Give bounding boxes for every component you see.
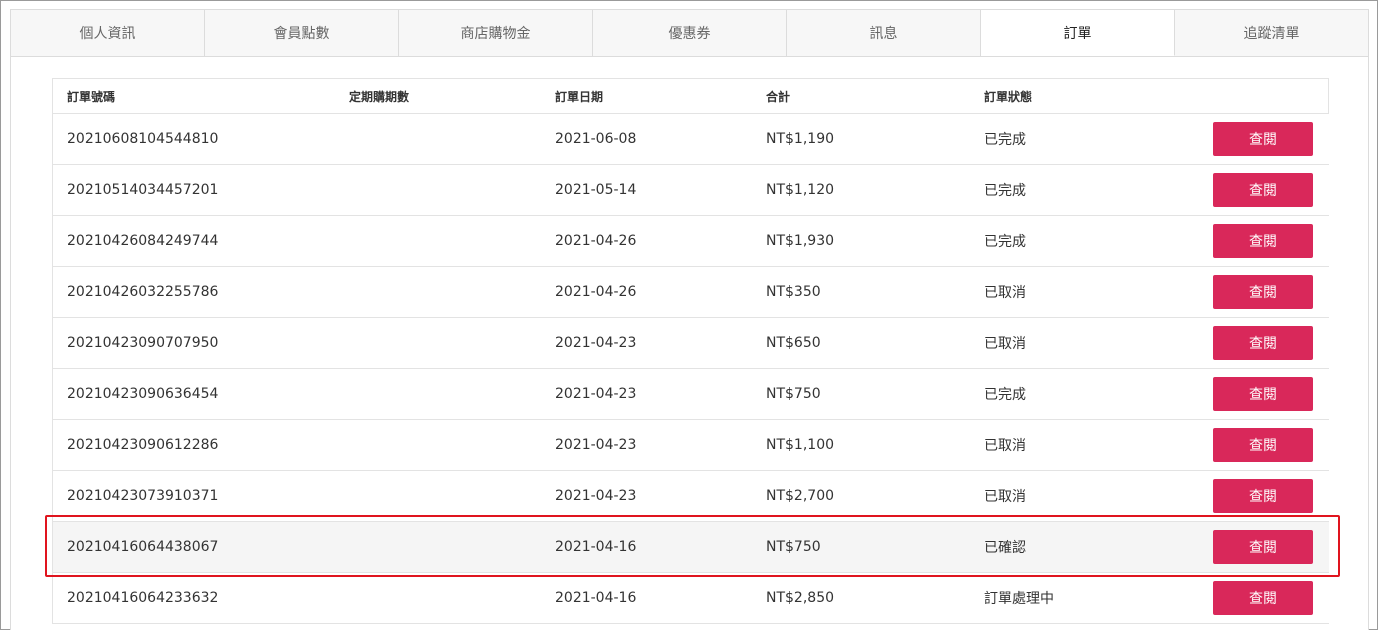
tab-orders[interactable]: 訂單 [981,10,1175,56]
order-status: 已完成 [984,234,1026,250]
table-row: 20210514034457201 2021-05-14 NT$1,120 已完… [53,165,1329,216]
order-total: NT$350 [766,284,821,300]
table-row: 20210423073910371 2021-04-23 NT$2,700 已取… [53,471,1329,522]
action-cell: 查閱 [1197,114,1329,164]
tab-personal-info[interactable]: 個人資訊 [11,10,205,56]
tab-member-points[interactable]: 會員點數 [205,10,399,56]
order-total: NT$1,120 [766,182,835,198]
order-status: 已取消 [984,489,1026,505]
header-date: 訂單日期 [555,89,604,104]
view-order-button[interactable]: 查閱 [1213,122,1313,156]
order-number: 20210416064438067 [67,539,219,555]
header-status: 訂單狀態 [984,89,1033,104]
view-order-button[interactable]: 查閱 [1213,581,1313,615]
order-total: NT$750 [766,386,821,402]
view-order-button[interactable]: 查閱 [1213,377,1313,411]
tab-coupons[interactable]: 優惠券 [593,10,787,56]
order-date: 2021-04-16 [555,590,637,606]
table-row: 20210423090612286 2021-04-23 NT$1,100 已取… [53,420,1329,471]
order-number: 20210426032255786 [67,284,219,300]
order-total: NT$750 [766,539,821,555]
table-row-highlighted: 20210416064438067 2021-04-16 NT$750 已確認 … [53,522,1329,573]
order-number: 20210423090707950 [67,335,219,351]
table-row: 20210608104544810 2021-06-08 NT$1,190 已完… [53,114,1329,165]
order-status: 已完成 [984,183,1026,199]
order-date: 2021-04-23 [555,488,637,504]
order-date: 2021-04-23 [555,335,637,351]
header-total: 合計 [766,89,791,104]
tab-wishlist[interactable]: 追蹤清單 [1175,10,1368,56]
order-date: 2021-04-26 [555,233,637,249]
order-date: 2021-06-08 [555,131,637,147]
order-number: 20210416064233632 [67,590,219,606]
order-status: 已確認 [984,540,1026,556]
order-date: 2021-05-14 [555,182,637,198]
order-status: 已取消 [984,285,1026,301]
order-number: 20210423090612286 [67,437,219,453]
order-total: NT$2,850 [766,590,835,606]
order-status: 已取消 [984,438,1026,454]
order-number: 20210514034457201 [67,182,219,198]
order-number: 20210423090636454 [67,386,219,402]
view-order-button[interactable]: 查閱 [1213,224,1313,258]
order-total: NT$650 [766,335,821,351]
action-cell: 查閱 [1197,369,1329,419]
order-status: 已完成 [984,387,1026,403]
table-row: 20210423090636454 2021-04-23 NT$750 已完成 … [53,369,1329,420]
view-order-button[interactable]: 查閱 [1213,326,1313,360]
table-header: 訂單號碼 定期購期數 訂單日期 合計 訂單狀態 [53,79,1328,114]
order-total: NT$1,190 [766,131,835,147]
action-cell: 查閱 [1197,267,1329,317]
action-cell: 查閱 [1197,318,1329,368]
tab-messages[interactable]: 訊息 [787,10,981,56]
order-date: 2021-04-26 [555,284,637,300]
order-date: 2021-04-23 [555,437,637,453]
action-cell: 查閱 [1197,471,1329,521]
tab-store-credit[interactable]: 商店購物金 [399,10,593,56]
action-cell: 查閱 [1197,216,1329,266]
view-order-button[interactable]: 查閱 [1213,173,1313,207]
order-number: 20210423073910371 [67,488,219,504]
order-status: 訂單處理中 [984,591,1054,607]
table-row: 20210426032255786 2021-04-26 NT$350 已取消 … [53,267,1329,318]
order-number: 20210608104544810 [67,131,219,147]
table-row: 20210423090707950 2021-04-23 NT$650 已取消 … [53,318,1329,369]
action-cell: 查閱 [1197,165,1329,215]
account-tabs: 個人資訊 會員點數 商店購物金 優惠券 訊息 訂單 追蹤清單 [10,9,1369,57]
table-row: 20210416064233632 2021-04-16 NT$2,850 訂單… [53,573,1329,624]
order-status: 已取消 [984,336,1026,352]
view-order-button[interactable]: 查閱 [1213,530,1313,564]
order-date: 2021-04-16 [555,539,637,555]
order-date: 2021-04-23 [555,386,637,402]
table-row: 20210426084249744 2021-04-26 NT$1,930 已完… [53,216,1329,267]
view-order-button[interactable]: 查閱 [1213,428,1313,462]
order-total: NT$1,930 [766,233,835,249]
order-total: NT$2,700 [766,488,835,504]
action-cell: 查閱 [1197,522,1329,572]
order-number: 20210426084249744 [67,233,219,249]
view-order-button[interactable]: 查閱 [1213,479,1313,513]
header-order-no: 訂單號碼 [67,89,116,104]
orders-table: 訂單號碼 定期購期數 訂單日期 合計 訂單狀態 2021060810454481… [52,78,1329,624]
order-total: NT$1,100 [766,437,835,453]
view-order-button[interactable]: 查閱 [1213,275,1313,309]
action-cell: 查閱 [1197,573,1329,623]
action-cell: 查閱 [1197,420,1329,470]
order-status: 已完成 [984,132,1026,148]
header-period: 定期購期數 [349,89,410,104]
